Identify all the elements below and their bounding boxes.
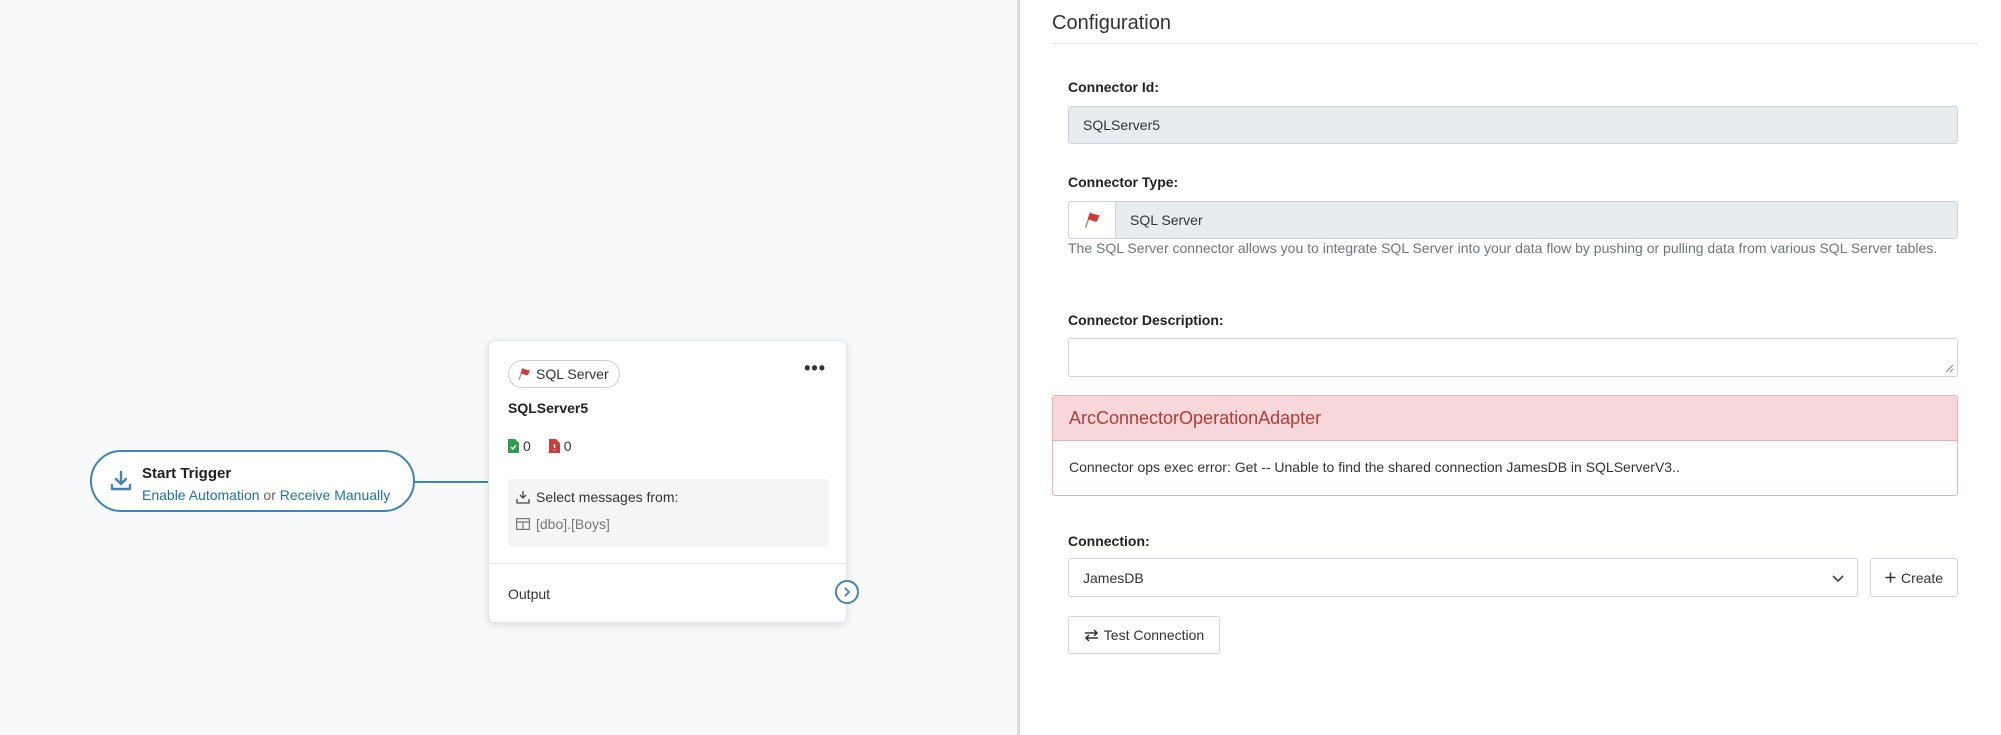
alert-title: ArcConnectorOperationAdapter xyxy=(1053,396,1957,441)
success-file-icon xyxy=(508,439,519,453)
start-trigger-node[interactable]: Start Trigger Enable Automation or Recei… xyxy=(90,450,415,512)
error-alert: ArcConnectorOperationAdapter Connector o… xyxy=(1052,395,1958,496)
flow-connector-line xyxy=(414,481,490,483)
connector-type-pill: SQL Server xyxy=(508,360,620,388)
connection-select[interactable]: JamesDB xyxy=(1068,558,1858,597)
error-file-icon xyxy=(548,439,560,453)
configuration-panel: Configuration Connector Id: SQLServer5 C… xyxy=(1017,0,2001,735)
node-name: SQLServer5 xyxy=(508,400,589,416)
alert-message: Connector ops exec error: Get -- Unable … xyxy=(1069,459,1680,475)
receive-manually-link[interactable]: Receive Manually xyxy=(280,487,391,503)
connection-label: Connection: xyxy=(1068,533,1150,549)
output-port-chevron-right-icon[interactable] xyxy=(835,580,859,604)
connector-id-label: Connector Id: xyxy=(1068,79,1159,95)
sql-server-icon xyxy=(1069,202,1116,238)
sql-server-icon xyxy=(518,367,530,381)
error-count[interactable]: 0 xyxy=(548,438,572,454)
select-messages-row: Select messages from: xyxy=(516,489,678,505)
test-connection-button[interactable]: Test Connection xyxy=(1068,616,1220,654)
swap-arrows-icon xyxy=(1084,628,1098,642)
plus-icon xyxy=(1885,572,1896,583)
trigger-title: Start Trigger xyxy=(142,465,232,482)
create-connection-button[interactable]: Create xyxy=(1870,558,1958,597)
chevron-down-icon xyxy=(1832,575,1844,583)
message-counts: 0 0 xyxy=(508,438,572,454)
sql-server-connector-node[interactable]: SQL Server ••• SQLServer5 0 0 Select mes… xyxy=(488,340,859,623)
message-source-box[interactable]: Select messages from: [dbo].[Boys] xyxy=(508,479,829,547)
inbox-download-icon xyxy=(516,491,530,504)
connector-description-input[interactable] xyxy=(1068,338,1958,377)
resize-grip-icon[interactable] xyxy=(1945,364,1954,373)
trigger-actions: Enable Automation or Receive Manually xyxy=(142,487,390,503)
connector-type-label: SQL Server xyxy=(536,366,609,382)
success-count[interactable]: 0 xyxy=(508,438,531,454)
panel-title: Configuration xyxy=(1052,12,1171,34)
enable-automation-link[interactable]: Enable Automation xyxy=(142,487,260,503)
connector-type-field: SQL Server xyxy=(1068,201,1958,239)
connector-description-label: Connector Description: xyxy=(1068,312,1224,328)
or-text: or xyxy=(263,487,276,503)
more-options-icon[interactable]: ••• xyxy=(804,359,826,377)
connector-id-field: SQLServer5 xyxy=(1068,106,1958,144)
download-icon xyxy=(110,470,132,491)
connector-type-label: Connector Type: xyxy=(1068,174,1179,190)
node-divider xyxy=(489,563,846,564)
table-icon xyxy=(516,518,530,530)
source-table-row: [dbo].[Boys] xyxy=(516,516,610,532)
output-label: Output xyxy=(508,586,551,602)
title-divider xyxy=(1052,43,1978,44)
connector-type-help: The SQL Server connector allows you to i… xyxy=(1068,240,1938,256)
flow-canvas[interactable]: Start Trigger Enable Automation or Recei… xyxy=(0,0,1017,735)
